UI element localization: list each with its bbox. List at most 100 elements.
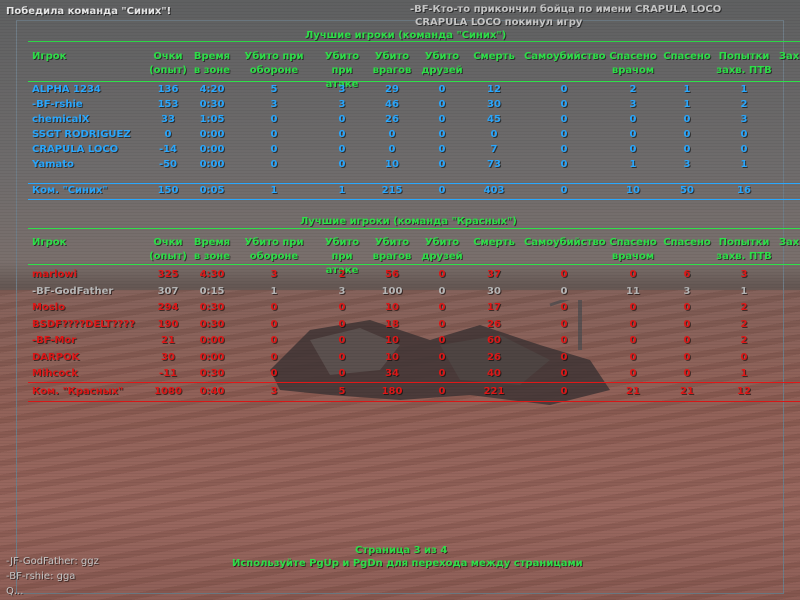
blue-total-bottom-rule: [28, 199, 800, 200]
cell-team-kills: 0: [438, 99, 446, 110]
cell-kills-attacking: 5: [338, 386, 346, 397]
red-total-bottom-rule: [28, 401, 800, 402]
cell-deaths: 30: [487, 285, 501, 297]
red-total-top-rule: [28, 382, 800, 383]
cell-saved: 6: [683, 269, 691, 280]
cell-suicides: 0: [560, 302, 568, 313]
cell-revived-by-medic: 21: [626, 386, 640, 397]
cell-deaths: 26: [487, 318, 501, 330]
cell-score: -11: [158, 368, 178, 379]
cell-player: -BF-rshie: [32, 99, 83, 110]
blue-team-title: Лучшие игроки (команда "Синих"): [305, 30, 507, 41]
kill-feed-message: -BF-Кто-то прикончил бойца по имени CRAP…: [410, 4, 722, 15]
cell-deaths: 12: [487, 84, 501, 95]
cell-enemy-kills: 10: [385, 302, 399, 313]
cell-kills-defending: 0: [270, 129, 278, 140]
blue-player-row: -BF-rshie 153 0:30 3 3 46 0 30 0 3 1 2: [28, 97, 800, 113]
cell-suicides: 0: [560, 318, 568, 330]
cell-score: 136: [157, 84, 179, 95]
column-header-score: Очки (опыт): [149, 51, 187, 76]
cell-score: 33: [161, 114, 175, 125]
cell-kills-attacking: 0: [338, 318, 346, 330]
column-header-deaths: Смерть: [473, 237, 515, 248]
column-header-deaths: Смерть: [473, 51, 515, 62]
cell-enemy-kills: 18: [385, 318, 399, 330]
cell-saved: 3: [683, 285, 691, 297]
cell-revived-by-medic: 0: [629, 318, 637, 330]
cell-kills-attacking: 0: [338, 159, 346, 170]
cell-team-kills: 0: [438, 114, 446, 125]
cell-enemy-kills: 100: [381, 285, 403, 297]
chat-line: -JF-GodFather: ggz: [6, 556, 99, 567]
cell-saved: 3: [683, 159, 691, 170]
red-player-row: -BF-GodFather 307 0:15 1 3 100 0 30 0 11 3 1: [28, 284, 800, 300]
cell-suicides: 0: [560, 368, 568, 379]
cell-team-kills: 0: [438, 335, 446, 346]
red-player-row: Mihcock -11 0:30 0 0 34 0 40 0 0 0 1: [28, 366, 800, 382]
cell-time-in-zone: 0:00: [199, 129, 225, 140]
cell-score: 30: [161, 351, 175, 363]
cell-kills-attacking: 0: [338, 114, 346, 125]
cell-team-kills: 0: [438, 285, 446, 297]
cell-kills-attacking: 1: [338, 185, 346, 196]
red-header-bottom-rule: [28, 264, 800, 265]
cell-deaths: 26: [487, 351, 501, 363]
cell-deaths: 73: [487, 159, 501, 170]
cell-kills-attacking: 3: [338, 84, 346, 95]
cell-kills-defending: 0: [270, 114, 278, 125]
cell-time-in-zone: 0:30: [199, 318, 225, 330]
cell-objective-attempts: 2: [740, 99, 748, 110]
cell-saved: 0: [683, 144, 691, 155]
column-header-objective-attempts: Попытки захв. ПТВ: [716, 51, 772, 76]
cell-kills-attacking: 2: [338, 269, 346, 280]
player-left-message: CRAPULA LOCO покинул игру: [415, 17, 583, 28]
column-header-suicides: Самоубийство: [524, 51, 606, 62]
column-header-objective-attempts: Попытки захв. ПТВ: [716, 237, 772, 262]
red-team-title: Лучшие игроки (команда "Красных"): [300, 216, 517, 227]
cell-time-in-zone: 4:20: [199, 84, 225, 95]
cell-player: CRAPULA LOCO: [32, 144, 119, 155]
cell-time-in-zone: 0:00: [199, 351, 225, 363]
cell-kills-attacking: 0: [338, 302, 346, 313]
cell-kills-defending: 3: [270, 386, 278, 397]
cell-player: DARPOK: [32, 351, 80, 363]
cell-kills-defending: 0: [270, 335, 278, 346]
column-header-team-kills: Убито друзей: [421, 51, 463, 76]
cell-deaths: 0: [490, 129, 498, 140]
cell-player: Yamato: [32, 159, 74, 170]
red-player-row: BSDF????DELT???? 190 0:30 0 0 18 0 26 0 0 0 2: [28, 317, 800, 333]
cell-saved: 0: [683, 351, 691, 363]
cell-kills-attacking: 3: [338, 99, 346, 110]
column-header-saved: Спасено: [663, 51, 711, 62]
red-player-row: -BF-Mor 21 0:00 0 0 10 0 60 0 0 0 2: [28, 333, 800, 349]
cell-kills-attacking: 3: [338, 285, 346, 297]
cell-suicides: 0: [560, 129, 568, 140]
cell-player: ALPHA 1234: [32, 84, 101, 95]
red-header-top-rule: [28, 228, 800, 229]
cell-objective-attempts: 2: [740, 318, 748, 330]
cell-score: 190: [157, 318, 179, 330]
cell-deaths: 37: [487, 269, 501, 280]
cell-kills-defending: 1: [270, 185, 278, 196]
cell-score: 21: [161, 335, 175, 346]
cell-kills-attacking: 0: [338, 144, 346, 155]
cell-score: -50: [158, 159, 178, 170]
red-player-row: Moslo 294 0:30 0 0 10 0 17 0 0 0 2: [28, 300, 800, 316]
cell-team-kills: 0: [438, 386, 446, 397]
blue-total-row: Ком. "Синих" 150 0:05 1 1 215 0 403 0 10 50 16: [28, 183, 800, 199]
blue-player-row: CRAPULA LOCO -14 0:00 0 0 0 0 7 0 0 0 0: [28, 142, 800, 158]
column-header-captures: Зах: [778, 51, 800, 62]
cell-suicides: 0: [560, 185, 568, 196]
cell-team-kills: 0: [438, 84, 446, 95]
cell-time-in-zone: 0:00: [199, 335, 225, 346]
cell-suicides: 0: [560, 114, 568, 125]
cell-saved: 0: [683, 318, 691, 330]
cell-enemy-kills: 180: [381, 386, 403, 397]
cell-player: Mihcock: [32, 368, 78, 379]
cell-saved: 21: [680, 386, 694, 397]
column-header-saved: Спасено: [663, 237, 711, 248]
cell-team-kills: 0: [438, 302, 446, 313]
cell-revived-by-medic: 0: [629, 269, 637, 280]
cell-deaths: 221: [483, 386, 505, 397]
cell-kills-attacking: 0: [338, 351, 346, 363]
